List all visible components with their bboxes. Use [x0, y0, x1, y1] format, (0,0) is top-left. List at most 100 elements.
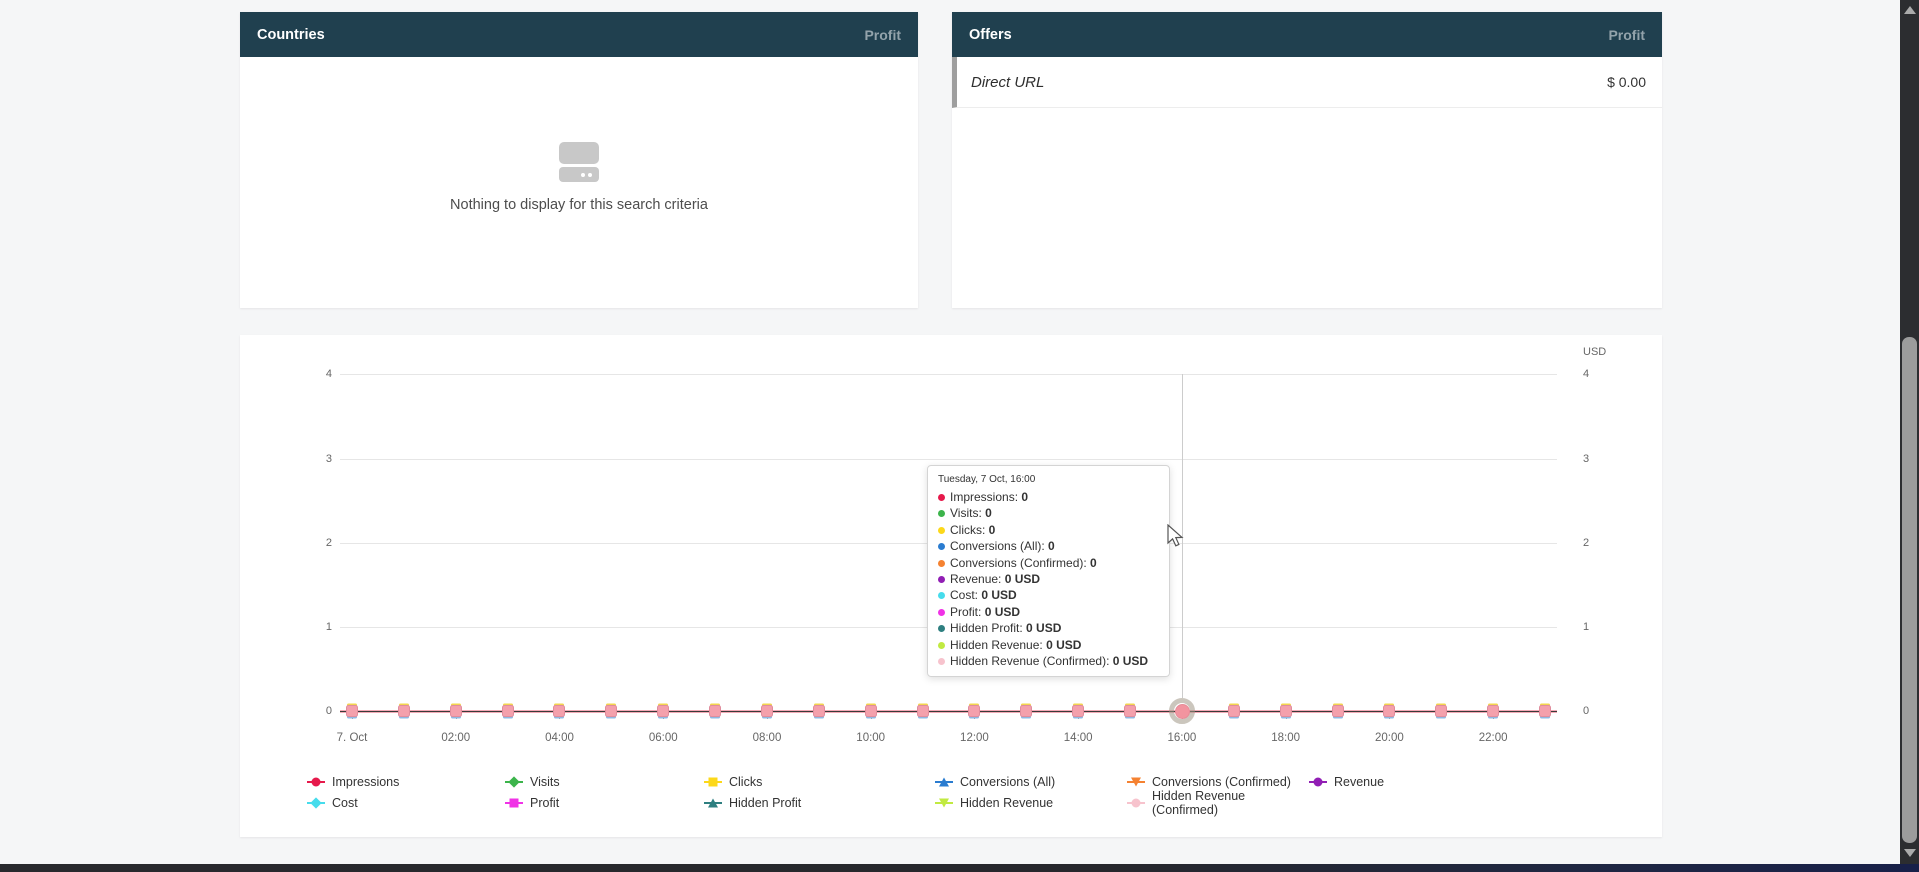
tooltip-item: Hidden Revenue: 0 USD [938, 637, 1159, 653]
x-axis-label: 18:00 [1253, 732, 1319, 744]
chart-point[interactable] [1435, 705, 1447, 717]
legend-marker-icon [704, 775, 722, 788]
countries-panel-header: Countries Profit [240, 12, 918, 57]
tooltip-header: Tuesday, 7 Oct, 16:00 [938, 474, 1159, 485]
x-axis-label: 02:00 [423, 732, 489, 744]
chart-point[interactable] [1020, 705, 1032, 717]
chart-point[interactable] [1124, 705, 1136, 717]
hovered-point-marker[interactable] [1175, 704, 1190, 719]
y-axis-label-right: 2 [1583, 537, 1617, 549]
chart-point[interactable] [398, 705, 410, 717]
y-axis-label-right: 4 [1583, 368, 1617, 380]
x-axis-label: 7. Oct [319, 732, 385, 744]
tooltip-item: Conversions (Confirmed): 0 [938, 555, 1159, 571]
legend-marker-icon [1309, 775, 1327, 788]
legend-item-conversions-confirmed[interactable]: Conversions (Confirmed) [1127, 775, 1309, 789]
chart-point[interactable] [709, 705, 721, 717]
x-axis-label: 06:00 [630, 732, 696, 744]
series-bullet-icon [938, 642, 945, 649]
legend-item-impressions[interactable]: Impressions [307, 775, 505, 789]
legend-item-visits[interactable]: Visits [505, 775, 704, 789]
legend-marker-icon [307, 796, 325, 809]
y-gridline [340, 374, 1557, 375]
dashboard-page: Countries Profit Nothing to display for … [0, 0, 1919, 872]
legend-item-hidden-profit[interactable]: Hidden Profit [704, 796, 935, 810]
series-bullet-icon [938, 592, 945, 599]
y-axis-label-right: 3 [1583, 453, 1617, 465]
y-axis-label-left: 1 [298, 621, 332, 633]
tooltip-item: Visits: 0 [938, 505, 1159, 521]
countries-empty-state: Nothing to display for this search crite… [240, 142, 918, 213]
tooltip-item: Clicks: 0 [938, 522, 1159, 538]
offer-profit-value: $ 0.00 [1607, 74, 1646, 90]
series-bullet-icon [938, 658, 945, 665]
offers-panel-title: Offers [969, 27, 1012, 43]
card-stack-icon [559, 142, 599, 182]
chart-point[interactable] [450, 705, 462, 717]
offer-name: Direct URL [971, 74, 1044, 91]
series-bullet-icon [938, 494, 945, 501]
chart-point[interactable] [1280, 705, 1292, 717]
series-bullet-icon [938, 625, 945, 632]
legend-item-hidden-revenue-confirmed[interactable]: Hidden Revenue (Confirmed) [1127, 789, 1309, 817]
x-axis-line [340, 710, 1557, 713]
chart-point[interactable] [813, 705, 825, 717]
tooltip-item: Cost: 0 USD [938, 587, 1159, 603]
right-axis-title: USD [1583, 346, 1606, 358]
scrollbar-thumb[interactable] [1902, 337, 1917, 843]
series-bullet-icon [938, 560, 945, 567]
chart-point[interactable] [657, 705, 669, 717]
x-axis-label: 04:00 [526, 732, 592, 744]
scrollbar-down-arrow-icon[interactable] [1903, 846, 1916, 859]
offers-metric-header[interactable]: Profit [1608, 27, 1645, 43]
legend-marker-icon [704, 796, 722, 809]
legend-item-revenue[interactable]: Revenue [1309, 775, 1459, 789]
legend-item-hidden-revenue[interactable]: Hidden Revenue [935, 796, 1127, 810]
tooltip-item: Hidden Profit: 0 USD [938, 620, 1159, 636]
legend-item-clicks[interactable]: Clicks [704, 775, 935, 789]
countries-metric-header[interactable]: Profit [864, 27, 901, 43]
legend-item-profit[interactable]: Profit [505, 796, 704, 810]
chart-point[interactable] [553, 705, 565, 717]
y-axis-label-left: 3 [298, 453, 332, 465]
legend-item-cost[interactable]: Cost [307, 796, 505, 810]
mouse-cursor-icon [1167, 524, 1189, 548]
chart-point[interactable] [1072, 705, 1084, 717]
chart-tooltip: Tuesday, 7 Oct, 16:00 Impressions: 0Visi… [927, 465, 1170, 677]
y-axis-label-left: 4 [298, 368, 332, 380]
chart-point[interactable] [968, 705, 980, 717]
series-bullet-icon [938, 543, 945, 550]
chart-point[interactable] [761, 705, 773, 717]
chart-point[interactable] [1228, 705, 1240, 717]
chart-point[interactable] [1487, 705, 1499, 717]
y-axis-label-right: 0 [1583, 705, 1617, 717]
chart-point[interactable] [1383, 705, 1395, 717]
legend-item-conversions-all[interactable]: Conversions (All) [935, 775, 1127, 789]
y-gridline [340, 459, 1557, 460]
chart-point[interactable] [502, 705, 514, 717]
chart-point[interactable] [917, 705, 929, 717]
countries-panel: Countries Profit Nothing to display for … [240, 12, 918, 308]
offers-panel-header: Offers Profit [952, 12, 1662, 57]
chart-legend: ImpressionsVisitsClicksConversions (All)… [307, 771, 1459, 813]
legend-marker-icon [505, 796, 523, 809]
tooltip-item: Revenue: 0 USD [938, 571, 1159, 587]
tooltip-item: Conversions (All): 0 [938, 538, 1159, 554]
chart-point[interactable] [865, 705, 877, 717]
chart-point[interactable] [346, 705, 358, 717]
tooltip-item: Profit: 0 USD [938, 604, 1159, 620]
chart-point[interactable] [605, 705, 617, 717]
x-axis-label: 14:00 [1045, 732, 1111, 744]
chart-point[interactable] [1332, 705, 1344, 717]
y-axis-label-left: 2 [298, 537, 332, 549]
tooltip-item: Hidden Revenue (Confirmed): 0 USD [938, 653, 1159, 669]
x-axis-label: 10:00 [838, 732, 904, 744]
page-scrollbar[interactable] [1900, 0, 1919, 866]
legend-marker-icon [935, 796, 953, 809]
series-bullet-icon [938, 527, 945, 534]
series-bullet-icon [938, 609, 945, 616]
chart-point[interactable] [1539, 705, 1551, 717]
series-bullet-icon [938, 576, 945, 583]
scrollbar-up-arrow-icon[interactable] [1903, 3, 1916, 16]
offer-row-direct-url[interactable]: Direct URL $ 0.00 [952, 57, 1662, 108]
